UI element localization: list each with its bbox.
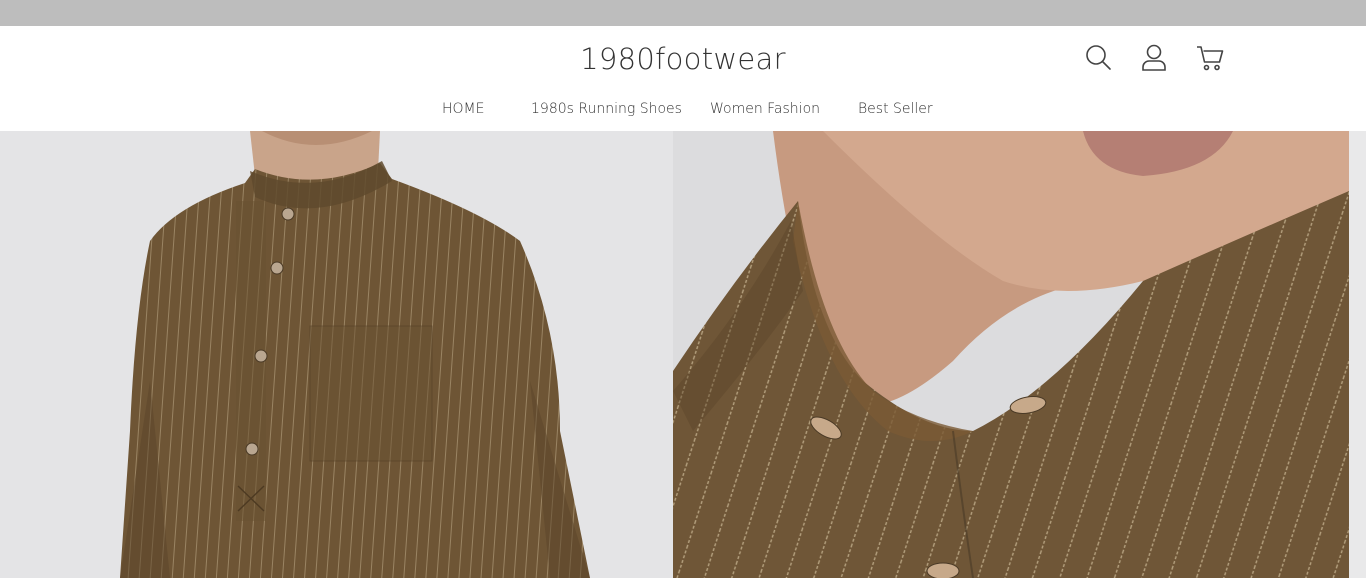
nav-item-running-shoes[interactable]: 1980s Running Shoes: [531, 101, 682, 117]
product-photo-collar-closeup[interactable]: [673, 131, 1349, 578]
nav-item-best-seller[interactable]: Best Seller: [858, 101, 933, 117]
main-navigation: HOME 1980s Running Shoes Women Fashion B…: [0, 101, 1366, 121]
nav-item-women-fashion[interactable]: Women Fashion: [710, 101, 820, 117]
product-gallery: [0, 131, 1366, 578]
page-edge-strip: [1349, 131, 1366, 578]
site-header: 1980footwear HOME 1980s Running Shoes Wo…: [0, 26, 1366, 131]
account-icon[interactable]: [1138, 42, 1170, 74]
product-photo-front[interactable]: [0, 131, 673, 578]
nav-item-home[interactable]: HOME: [442, 101, 484, 117]
top-announcement-strip: [0, 0, 1366, 26]
search-icon[interactable]: [1082, 42, 1114, 74]
cart-icon[interactable]: [1194, 42, 1226, 74]
